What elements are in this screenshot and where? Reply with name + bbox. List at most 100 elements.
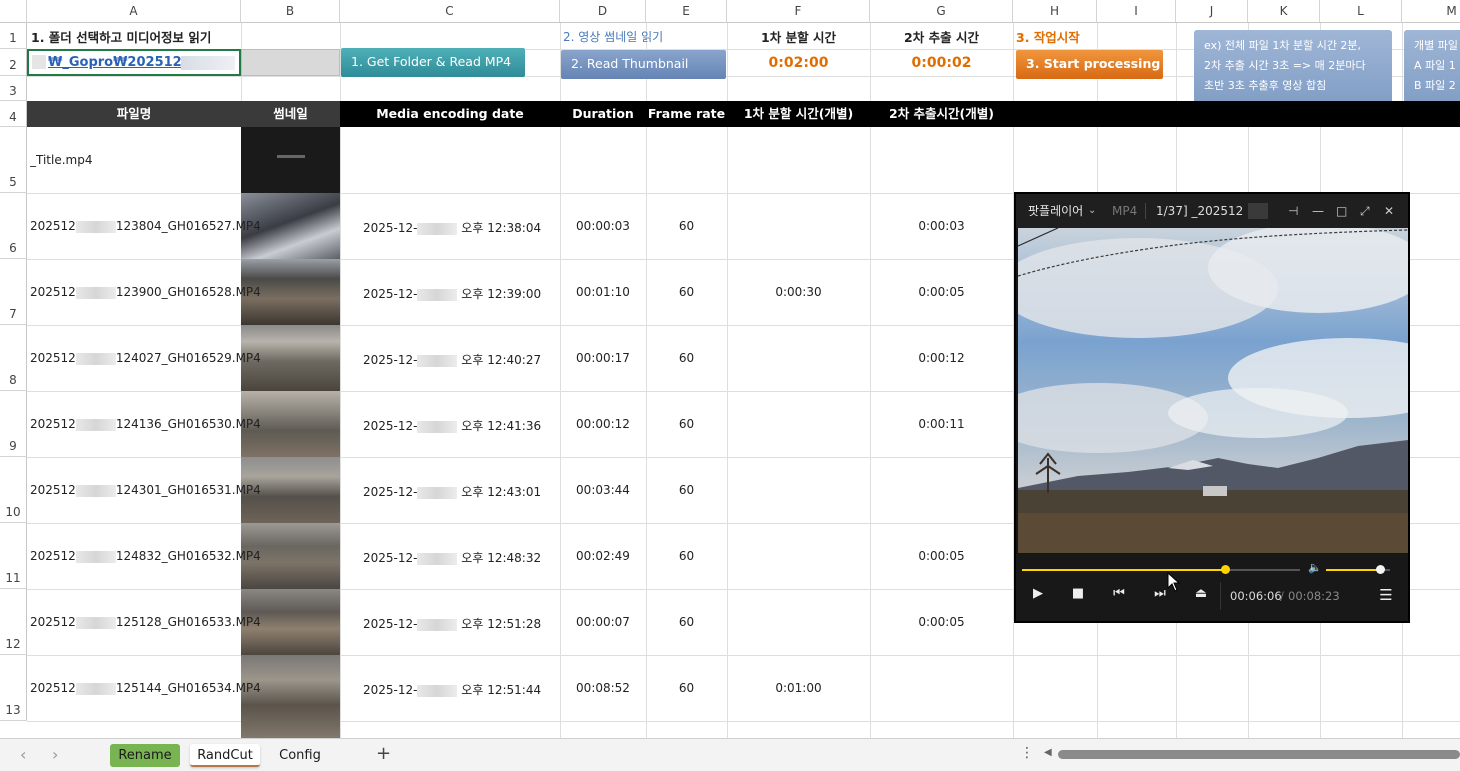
- maximize-icon[interactable]: □: [1336, 194, 1347, 228]
- frame-rate-cell[interactable]: 60: [646, 285, 727, 299]
- split-time-value[interactable]: 0:02:00: [727, 55, 870, 71]
- frame-rate-cell[interactable]: 60: [646, 417, 727, 431]
- extract-time-cell[interactable]: 0:00:05: [870, 615, 1013, 629]
- cell-b2[interactable]: [241, 49, 340, 76]
- extract-time-cell[interactable]: 0:00:05: [870, 549, 1013, 563]
- encoding-date-cell[interactable]: 2025-12- 오후 12:41:36: [363, 417, 541, 434]
- frame-rate-cell[interactable]: 60: [646, 483, 727, 497]
- filename-cell[interactable]: 202512 125128_GH016533.MP4: [30, 615, 261, 629]
- close-icon[interactable]: ✕: [1384, 194, 1394, 228]
- start-processing-button[interactable]: 3. Start processing: [1016, 50, 1163, 79]
- frame-rate-cell[interactable]: 60: [646, 351, 727, 365]
- filename-cell[interactable]: 202512 124832_GH016532.MP4: [30, 549, 261, 563]
- cell-f1-split-label[interactable]: 1차 분할 시간: [727, 27, 870, 46]
- extract-time-cell[interactable]: 0:00:05: [870, 285, 1013, 299]
- col-header-i[interactable]: I: [1097, 0, 1176, 23]
- select-all-corner[interactable]: [0, 0, 27, 23]
- duration-cell[interactable]: 00:01:10: [560, 285, 646, 299]
- volume-icon[interactable]: 🔈: [1308, 561, 1322, 574]
- pin-icon[interactable]: ⊣: [1288, 194, 1298, 228]
- video-frame[interactable]: [1018, 228, 1408, 553]
- row-header-2[interactable]: 2: [0, 49, 27, 76]
- row-header-3[interactable]: 3: [0, 76, 27, 101]
- play-icon[interactable]: ▶: [1026, 586, 1050, 601]
- col-header-d[interactable]: D: [560, 0, 646, 23]
- folder-path-link[interactable]: ₩_Gopro₩202512: [48, 55, 182, 70]
- col-header-a[interactable]: A: [27, 0, 241, 23]
- encoding-date-cell[interactable]: 2025-12- 오후 12:43:01: [363, 483, 541, 500]
- read-thumbnail-button[interactable]: 2. Read Thumbnail: [561, 50, 726, 79]
- selected-cell-a2[interactable]: ₩_Gopro₩202512: [27, 49, 241, 76]
- previous-icon[interactable]: ⏮: [1107, 586, 1131, 601]
- col-header-b[interactable]: B: [241, 0, 340, 23]
- tab-scroll-left-icon[interactable]: ‹: [20, 745, 26, 764]
- player-app-menu[interactable]: 팟플레이어: [1028, 194, 1083, 228]
- more-options-icon[interactable]: ⋮: [1020, 745, 1034, 761]
- col-header-c[interactable]: C: [340, 0, 560, 23]
- encoding-date-cell[interactable]: 2025-12- 오후 12:38:04: [363, 219, 541, 236]
- split-time-cell[interactable]: 0:01:00: [727, 681, 870, 695]
- encoding-date-cell[interactable]: 2025-12- 오후 12:48:32: [363, 549, 541, 566]
- encoding-date-cell[interactable]: 2025-12- 오후 12:40:27: [363, 351, 541, 368]
- fullscreen-icon[interactable]: ⤢: [1360, 194, 1370, 228]
- duration-cell[interactable]: 00:02:49: [560, 549, 646, 563]
- row-header-9[interactable]: 9: [0, 391, 27, 457]
- extract-time-cell[interactable]: 0:00:03: [870, 219, 1013, 233]
- player-title-bar[interactable]: 팟플레이어 ⌄ MP4 1/37] _202512 ⊣ — □ ⤢ ✕: [1016, 194, 1408, 228]
- row-header-10[interactable]: 10: [0, 457, 27, 523]
- col-header-g[interactable]: G: [870, 0, 1013, 23]
- duration-cell[interactable]: 00:03:44: [560, 483, 646, 497]
- tab-config[interactable]: Config: [270, 744, 330, 767]
- col-header-f[interactable]: F: [727, 0, 870, 23]
- minimize-icon[interactable]: —: [1312, 194, 1324, 228]
- filename-cell[interactable]: 202512 124301_GH016531.MP4: [30, 483, 261, 497]
- row-header-6[interactable]: 6: [0, 193, 27, 259]
- add-sheet-button[interactable]: +: [376, 743, 391, 764]
- row-header-8[interactable]: 8: [0, 325, 27, 391]
- duration-cell[interactable]: 00:00:12: [560, 417, 646, 431]
- frame-rate-cell[interactable]: 60: [646, 219, 727, 233]
- filename-cell[interactable]: 202512 125144_GH016534.MP4: [30, 681, 261, 695]
- col-header-m[interactable]: M: [1402, 0, 1460, 23]
- cell-a1-title[interactable]: 1. 폴더 선택하고 미디어정보 읽기: [31, 27, 211, 46]
- get-folder-button[interactable]: 1. Get Folder & Read MP4: [341, 48, 525, 77]
- row-header-12[interactable]: 12: [0, 589, 27, 655]
- tab-scroll-right-icon[interactable]: ›: [52, 745, 58, 764]
- encoding-date-cell[interactable]: 2025-12- 오후 12:51:28: [363, 615, 541, 632]
- duration-cell[interactable]: 00:00:03: [560, 219, 646, 233]
- stop-icon[interactable]: ■: [1066, 586, 1090, 601]
- extract-time-cell[interactable]: 0:00:11: [870, 417, 1013, 431]
- tab-rename[interactable]: Rename: [110, 744, 180, 767]
- frame-rate-cell[interactable]: 60: [646, 681, 727, 695]
- row-header-13[interactable]: 13: [0, 655, 27, 721]
- col-header-h[interactable]: H: [1013, 0, 1097, 23]
- encoding-date-cell[interactable]: 2025-12- 오후 12:39:00: [363, 285, 541, 302]
- encoding-date-cell[interactable]: 2025-12- 오후 12:51:44: [363, 681, 541, 698]
- filename-cell[interactable]: _Title.mp4: [30, 153, 92, 167]
- filename-cell[interactable]: 202512 123804_GH016527.MP4: [30, 219, 261, 233]
- row-header-4[interactable]: 4: [0, 101, 27, 127]
- filename-cell[interactable]: 202512 124136_GH016530.MP4: [30, 417, 261, 431]
- duration-cell[interactable]: 00:00:17: [560, 351, 646, 365]
- filename-cell[interactable]: 202512 123900_GH016528.MP4: [30, 285, 261, 299]
- tab-randcut[interactable]: RandCut: [190, 744, 260, 767]
- col-header-j[interactable]: J: [1176, 0, 1248, 23]
- duration-cell[interactable]: 00:00:07: [560, 615, 646, 629]
- col-header-l[interactable]: L: [1320, 0, 1402, 23]
- frame-rate-cell[interactable]: 60: [646, 549, 727, 563]
- chevron-down-icon[interactable]: ⌄: [1088, 194, 1096, 228]
- col-header-e[interactable]: E: [646, 0, 727, 23]
- eject-icon[interactable]: ⏏: [1189, 586, 1213, 601]
- cell-g1-extract-label[interactable]: 2차 추출 시간: [870, 27, 1013, 46]
- duration-cell[interactable]: 00:08:52: [560, 681, 646, 695]
- split-time-cell[interactable]: 0:00:30: [727, 285, 870, 299]
- menu-icon[interactable]: ☰: [1374, 586, 1398, 604]
- row-header-7[interactable]: 7: [0, 259, 27, 325]
- extract-time-cell[interactable]: 0:00:12: [870, 351, 1013, 365]
- horizontal-scrollbar-thumb[interactable]: [1058, 750, 1460, 759]
- row-header-1[interactable]: 1: [0, 23, 27, 49]
- cell-d1-thumbnail-step[interactable]: 2. 영상 썸네일 읽기: [563, 28, 663, 45]
- seek-handle[interactable]: [1220, 565, 1230, 574]
- row-header-11[interactable]: 11: [0, 523, 27, 589]
- volume-handle[interactable]: [1376, 565, 1386, 574]
